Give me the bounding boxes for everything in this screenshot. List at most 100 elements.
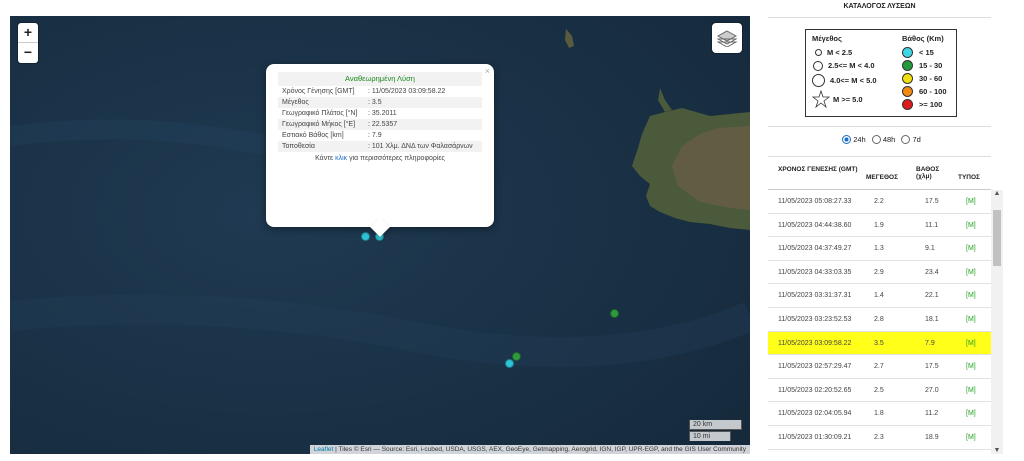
scale-mi: 10 mi (689, 431, 731, 441)
cell-type: [M] (966, 386, 976, 394)
table-row[interactable]: 11/05/2023 04:33:03.35 2.9 23.4 [M] (768, 261, 991, 285)
cell-time: 11/05/2023 01:30:09.21 (778, 433, 852, 441)
circle-large-icon (812, 74, 825, 87)
earthquake-marker[interactable] (361, 232, 370, 241)
cell-type: [M] (966, 292, 976, 300)
cell-depth: 7.9 (925, 339, 935, 347)
depth-legend: Βάθος (Km) < 15 15 - 30 30 - 60 60 - 100… (902, 34, 947, 111)
depth-legend-row: 60 - 100 (902, 85, 947, 98)
popup-value: : 11/05/2023 03:09:58.22 (368, 88, 446, 95)
popup-key: Τοποθεσία (278, 141, 364, 152)
table-row[interactable]: 11/05/2023 02:04:05.94 1.8 11.2 [M] (768, 402, 991, 426)
popup-value: : 35.2011 (368, 110, 397, 117)
cell-depth: 18.9 (925, 433, 939, 441)
col-header-time: ΧΡΟΝΟΣ ΓΕΝΕΣΗΣ (GMT) (778, 166, 858, 173)
circle-medium-icon (813, 60, 823, 71)
more-suffix: για περισσότερες πληροφορίες (347, 155, 445, 162)
period-label: 48h (882, 135, 896, 144)
leaflet-link[interactable]: Leaflet (314, 446, 334, 453)
period-radio-7d[interactable] (901, 135, 911, 144)
depth-label: 15 - 30 (919, 61, 943, 70)
legend-box: Μέγεθος M < 2.5 2.5<= M < 4.0 4.0<= M < … (805, 29, 957, 117)
depth-legend-row: 15 - 30 (902, 59, 947, 72)
earthquake-marker[interactable] (505, 359, 514, 368)
table-row[interactable]: 11/05/2023 04:44:38.60 1.9 11.1 [M] (768, 214, 991, 238)
popup-row: Γεωγραφικό Πλάτος [°N] : 35.2011 (278, 108, 482, 119)
table-row[interactable]: 11/05/2023 05:08:27.33 2.2 17.5 [M] (768, 190, 991, 214)
cell-mag: 1.9 (874, 221, 884, 229)
period-label: 24h (853, 135, 866, 144)
scroll-down-arrow-icon[interactable]: ▼ (991, 447, 1003, 454)
table-row[interactable]: 11/05/2023 03:31:37.31 1.4 22.1 [M] (768, 284, 991, 308)
popup-value: : 101 Χλμ. ΔΝΔ των Φαλασάρνων (364, 141, 482, 152)
cell-type: [M] (966, 268, 976, 276)
period-radio-24h[interactable] (842, 135, 852, 144)
solutions-table: 11/05/2023 05:08:27.33 2.2 17.5 [M] 11/05/20… (768, 190, 991, 450)
zoom-out-button[interactable]: − (18, 43, 38, 63)
cell-type: [M] (966, 198, 976, 205)
depth-label: 30 - 60 (919, 74, 943, 83)
circle-small-icon (815, 49, 822, 56)
layers-button[interactable] (712, 23, 742, 53)
cell-mag: 2.3 (874, 433, 884, 441)
magnitude-label: 4.0<= M < 5.0 (830, 76, 877, 85)
map-attribution: Leaflet | Tiles © Esri — Source: Esri, i… (309, 445, 750, 454)
popup-row: Χρόνος Γένησης [GMT] : 11/05/2023 03:09:5… (278, 86, 482, 97)
cell-type: [M] (966, 315, 976, 323)
cell-time: 11/05/2023 03:23:52.53 (778, 315, 852, 323)
scroll-thumb[interactable] (993, 210, 1001, 266)
map-view[interactable]: + − × Αναθεωρημένη Λύση Χρόνος Γένησης [… (10, 16, 750, 454)
more-info-link[interactable]: κλικ (335, 155, 347, 162)
popup-key: Γεωγραφικό Πλάτος [°N] (282, 110, 358, 117)
cell-time: 11/05/2023 02:04:05.94 (778, 410, 852, 418)
popup-row: Τοποθεσία: 101 Χλμ. ΔΝΔ των Φαλασάρνων (278, 141, 482, 152)
table-row[interactable]: 11/05/2023 03:23:52.53 2.8 18.1 [M] (768, 308, 991, 332)
cell-mag: 2.7 (874, 363, 884, 371)
panel-title: ΚΑΤΑΛΟΓΟΣ ΛΥΣΕΩΝ (768, 0, 991, 18)
magnitude-legend-head: Μέγεθος (812, 34, 842, 43)
table-row[interactable]: 11/05/2023 04:37:49.27 1.3 9.1 [M] (768, 237, 991, 261)
table-row[interactable]: 11/05/2023 02:20:52.65 2.5 27.0 [M] (768, 379, 991, 403)
cell-depth: 17.5 (925, 363, 939, 371)
popup-key: Μέγεθος (278, 97, 364, 108)
depth-label: < 15 (919, 48, 934, 57)
depth-label: >= 100 (919, 100, 943, 109)
table-header: ΧΡΟΝΟΣ ΓΕΝΕΣΗΣ (GMT) ΜΕΓΕΘΟΣ ΒΑΘΟΣ (χλμ)… (768, 163, 991, 190)
more-prefix: Κάντε (315, 155, 336, 162)
magnitude-legend-row: M >= 5.0 (812, 89, 877, 109)
cell-type: [M] (966, 410, 976, 418)
popup-key: Γεωγραφικό Μήκος [°E] (278, 119, 364, 130)
cell-type: [M] (966, 363, 976, 371)
popup-row: Γεωγραφικό Μήκος [°E]: 22.5357 (278, 119, 482, 130)
table-scrollbar[interactable]: ▲ ▼ (991, 190, 1003, 454)
scroll-up-arrow-icon[interactable]: ▲ (991, 190, 1003, 197)
cell-mag: 2.5 (874, 386, 884, 394)
popup-close-button[interactable]: × (485, 66, 490, 76)
depth-legend-row: 30 - 60 (902, 72, 947, 85)
zoom-in-button[interactable]: + (18, 23, 38, 43)
table-row[interactable]: 11/05/2023 03:09:58.22 3.5 7.9 [M] (768, 331, 991, 356)
attribution-text: | Tiles © Esri — Source: Esri, i-cubed, … (333, 446, 746, 453)
magnitude-legend: Μέγεθος M < 2.5 2.5<= M < 4.0 4.0<= M < … (812, 34, 877, 109)
cell-depth: 23.4 (925, 268, 939, 276)
period-radio-48h[interactable] (871, 135, 881, 144)
cell-time: 11/05/2023 03:31:37.31 (778, 292, 852, 300)
layers-icon (717, 30, 737, 47)
cell-time: 11/05/2023 02:57:29.47 (778, 363, 852, 371)
earthquake-marker[interactable] (512, 352, 521, 361)
cell-depth: 22.1 (925, 292, 939, 300)
cell-time: 11/05/2023 04:37:49.27 (778, 245, 852, 253)
popup-key: Εστιακό Βάθος [km] (282, 132, 344, 139)
cell-time: 11/05/2023 02:20:52.65 (778, 386, 852, 394)
depth-color-icon (902, 73, 913, 84)
cell-type: [M] (966, 221, 976, 229)
table-row[interactable]: 11/05/2023 01:30:09.21 2.3 18.9 [M] (768, 426, 991, 450)
popup-key: Χρόνος Γένησης [GMT] (282, 88, 355, 95)
table-row[interactable]: 11/05/2023 02:57:29.47 2.7 17.5 [M] (768, 355, 991, 379)
col-header-type: ΤΥΠΟΣ (958, 174, 980, 181)
divider (768, 156, 991, 157)
cell-mag: 1.4 (874, 292, 884, 300)
earthquake-marker[interactable] (610, 309, 619, 318)
popup-row: Μέγεθος: 3.5 (278, 97, 482, 108)
cell-mag: 1.3 (874, 245, 884, 253)
